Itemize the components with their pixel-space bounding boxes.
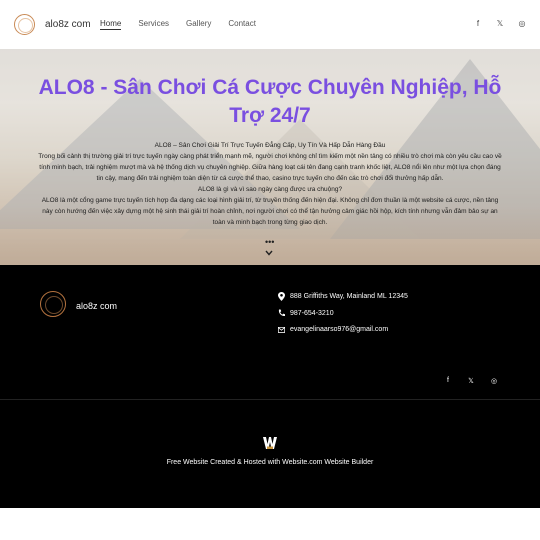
hero-paragraph: ALO8 – Sân Chơi Giải Trí Trực Tuyến Đẳng… xyxy=(154,142,386,149)
phone-icon xyxy=(278,309,285,317)
email-row: evangelinaarso976@gmail.com xyxy=(278,326,388,333)
nav-home[interactable]: Home xyxy=(100,19,122,30)
phone-row: 987-654-3210 xyxy=(278,309,334,317)
hero-paragraph: ALO8 là một cổng game trực tuyến tích hợ… xyxy=(41,197,499,226)
phone-text[interactable]: 987-654-3210 xyxy=(290,310,334,317)
nav-services[interactable]: Services xyxy=(138,19,169,30)
chevron-down-icon[interactable] xyxy=(264,248,274,258)
footer-credits: Free Website Created & Hosted with Websi… xyxy=(0,400,540,508)
main-nav: Home Services Gallery Contact xyxy=(100,19,273,30)
email-text[interactable]: evangelinaarso976@gmail.com xyxy=(290,326,388,333)
instagram-icon[interactable]: ◎ xyxy=(518,19,526,28)
logo-icon[interactable] xyxy=(14,14,35,35)
builder-credit-text[interactable]: Free Website Created & Hosted with Websi… xyxy=(0,459,540,466)
footer-info: alo8z com 888 Griffiths Way, Mainland ML… xyxy=(0,265,540,399)
website-builder-logo-icon[interactable] xyxy=(263,437,277,449)
instagram-icon[interactable]: ◎ xyxy=(490,377,498,385)
site-name[interactable]: alo8z com xyxy=(45,19,91,30)
x-icon[interactable]: 𝕏 xyxy=(467,377,475,385)
address-row: 888 Griffiths Way, Mainland ML 12345 xyxy=(278,292,408,301)
hero-title: ALO8 - Sân Chơi Cá Cược Chuyên Nghiệp, H… xyxy=(38,76,502,127)
more-dots-icon[interactable]: ••• xyxy=(265,237,274,247)
footer-social: f 𝕏 ◎ xyxy=(444,377,498,385)
footer-logo-icon[interactable] xyxy=(40,291,66,317)
hero-section: ALO8 - Sân Chơi Cá Cược Chuyên Nghiệp, H… xyxy=(0,49,540,265)
nav-contact[interactable]: Contact xyxy=(228,19,256,30)
nav-gallery[interactable]: Gallery xyxy=(186,19,211,30)
page-bottom xyxy=(0,508,540,540)
hero-text: ALO8 – Sân Chơi Giải Trí Trực Tuyến Đẳng… xyxy=(36,140,504,234)
email-icon xyxy=(278,326,285,333)
hero-paragraph: Trong bối cảnh thị trường giải trí trực … xyxy=(38,153,502,182)
footer-site-name: alo8z com xyxy=(76,301,118,311)
x-icon[interactable]: 𝕏 xyxy=(496,19,504,28)
facebook-icon[interactable]: f xyxy=(474,19,482,28)
address-text: 888 Griffiths Way, Mainland ML 12345 xyxy=(290,293,408,300)
hero-paragraph: ALO8 là gì và vì sao ngày càng được ưa c… xyxy=(197,186,343,193)
header-social: f 𝕏 ◎ xyxy=(474,19,526,28)
location-pin-icon xyxy=(278,292,285,301)
facebook-icon[interactable]: f xyxy=(444,377,452,385)
site-header: alo8z com Home Services Gallery Contact … xyxy=(0,0,540,49)
